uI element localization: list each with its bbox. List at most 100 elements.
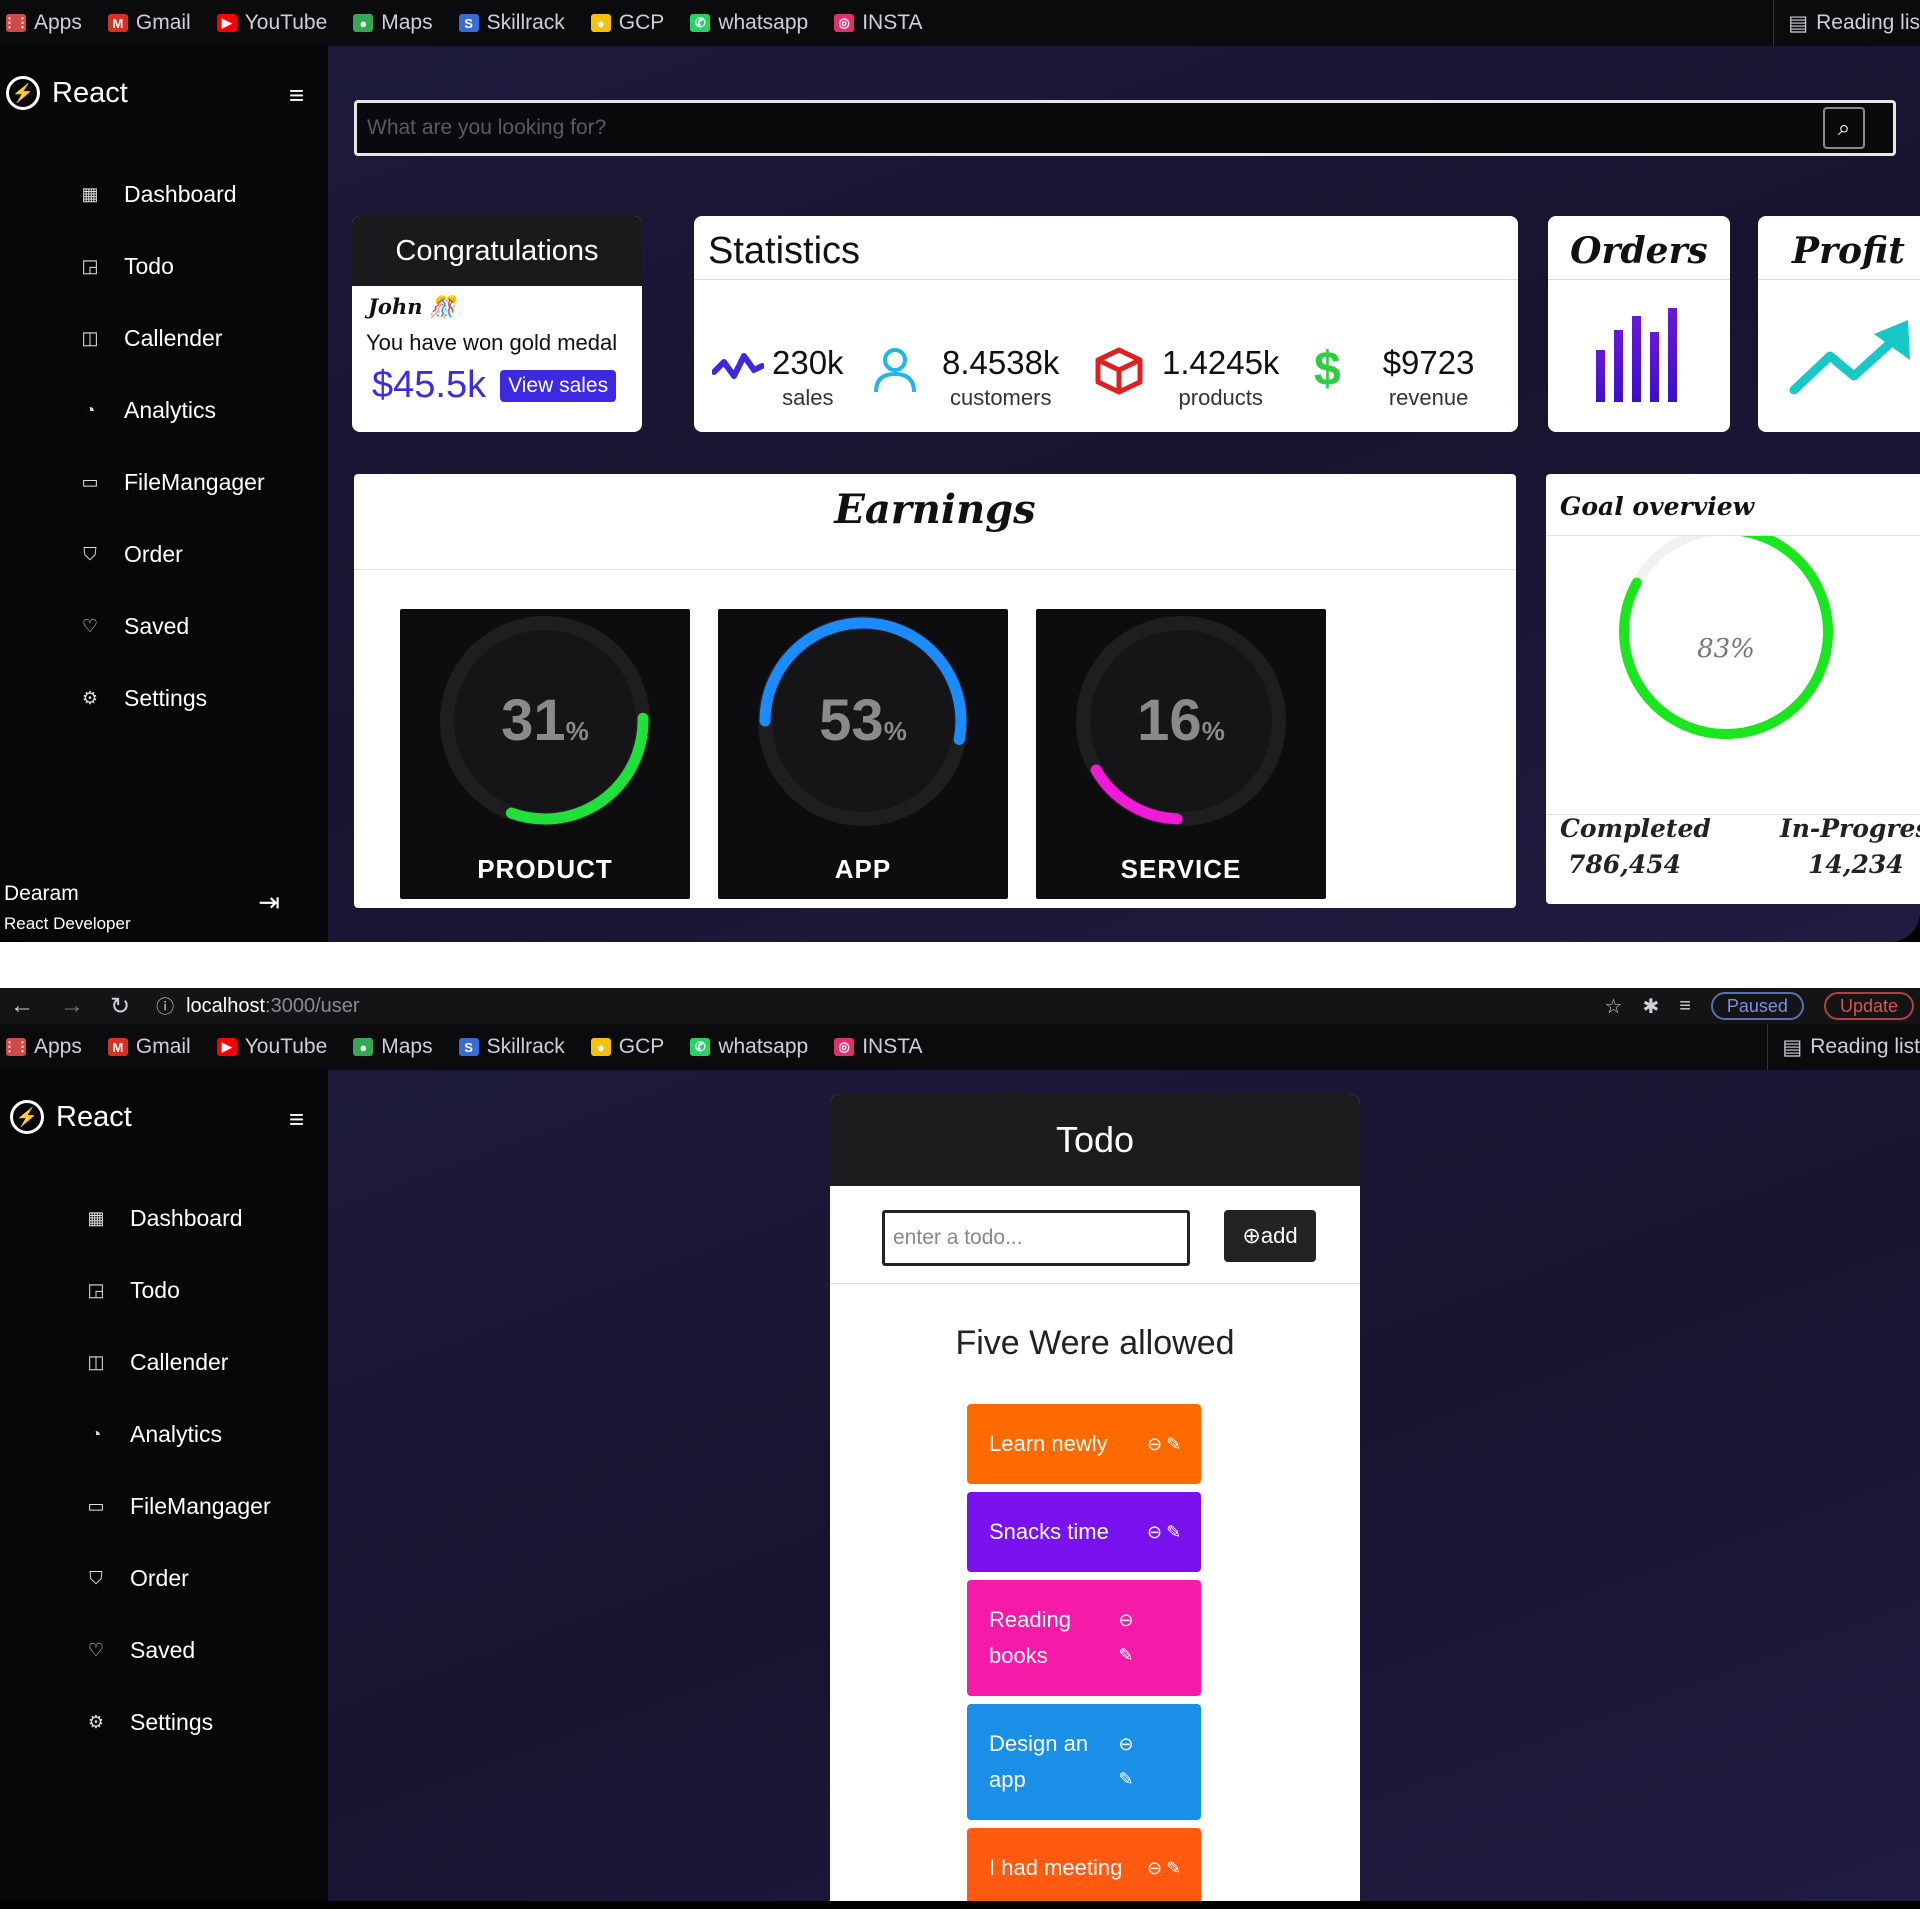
reading-list-icon: ▤: [1782, 1035, 1803, 1059]
reading-list-button[interactable]: ▤ Reading lis: [1773, 0, 1920, 46]
sidebar-item-settings[interactable]: ⚙ Settings: [0, 662, 328, 734]
sidebar-item-analytics[interactable]: ◔ Analytics: [0, 374, 328, 446]
gauge-percent-sign: %: [1201, 716, 1225, 746]
gauge-percent: 16%: [1036, 687, 1326, 754]
sidebar-item-todo[interactable]: ◲ Todo: [6, 1254, 328, 1326]
todo-item: Design an app ⊖ ✎: [967, 1704, 1201, 1820]
profile-paused-button[interactable]: Paused: [1710, 992, 1804, 1020]
bookmark-label: INSTA: [862, 1035, 923, 1058]
sidebar-item-order[interactable]: ⛉ Order: [0, 518, 328, 590]
bookmark-apps[interactable]: ⋮⋮ Apps: [3, 1035, 82, 1059]
hamburger-menu-icon[interactable]: ≡: [289, 1104, 304, 1135]
edit-icon[interactable]: ✎: [1166, 1522, 1181, 1543]
logout-icon[interactable]: ⇥: [258, 887, 280, 918]
plus-circle-icon: ⊕: [1242, 1223, 1261, 1248]
edit-icon[interactable]: ✎: [1118, 1645, 1133, 1666]
bookmark-youtube[interactable]: ▶ YouTube: [216, 11, 327, 35]
skillrack-icon: S: [458, 1038, 479, 1056]
media-icon[interactable]: ≡: [1679, 995, 1691, 1018]
note-icon: ◲: [87, 1279, 105, 1300]
gcp-icon: ●: [590, 1038, 611, 1056]
remove-icon[interactable]: ⊖: [1147, 1858, 1162, 1879]
profit-card[interactable]: Profit: [1758, 216, 1920, 432]
pie-chart-icon: ◔: [90, 1423, 102, 1444]
bookmark-whatsapp[interactable]: ✆ whatsapp: [690, 11, 808, 35]
add-label: add: [1260, 1223, 1298, 1248]
sidebar-item-filemangager[interactable]: ▭ FileMangager: [0, 446, 328, 518]
profile-name: Dearam: [4, 882, 79, 905]
bookmark-insta[interactable]: ◎ INSTA: [834, 11, 923, 35]
todo-entry: ⊕add: [830, 1186, 1360, 1284]
extensions-icon[interactable]: ✱: [1642, 994, 1659, 1019]
hamburger-menu-icon[interactable]: ≡: [289, 80, 304, 111]
sidebar-item-saved[interactable]: ♡ Saved: [0, 590, 328, 662]
bookmark-gmail[interactable]: M Gmail: [107, 11, 191, 35]
statistics-title: Statistics: [694, 216, 1518, 280]
sidebar-item-todo[interactable]: ◲ Todo: [0, 230, 328, 302]
bookmark-label: GCP: [618, 1035, 665, 1058]
bookmark-apps[interactable]: ⋮⋮ Apps: [3, 11, 82, 35]
bookmark-maps[interactable]: ● Maps: [353, 1035, 433, 1059]
bookmark-maps[interactable]: ● Maps: [353, 11, 433, 35]
grid-icon: ▦: [81, 183, 99, 204]
search-input[interactable]: [357, 116, 1823, 140]
todo-text: Learn newly: [989, 1431, 1108, 1456]
add-todo-button[interactable]: ⊕add: [1224, 1210, 1316, 1262]
sidebar-item-label: Settings: [124, 684, 208, 711]
todo-card: Todo ⊕add Five Were allowed Learn newly ⊖…: [830, 1094, 1360, 1901]
bookmark-gmail[interactable]: M Gmail: [107, 1035, 191, 1059]
sidebar-item-callender[interactable]: ◫ Callender: [6, 1326, 328, 1398]
brand[interactable]: ⚡ React: [0, 1070, 328, 1134]
reload-icon[interactable]: ↻: [110, 992, 130, 1021]
star-icon[interactable]: ☆: [1605, 994, 1623, 1019]
bookmark-insta[interactable]: ◎ INSTA: [834, 1035, 923, 1059]
remove-icon[interactable]: ⊖: [1118, 1734, 1133, 1755]
sidebar-item-filemangager[interactable]: ▭ FileMangager: [6, 1470, 328, 1542]
info-icon[interactable]: ⓘ: [156, 993, 174, 1019]
reading-list-button[interactable]: ▤ Reading list: [1767, 1024, 1920, 1070]
bookmark-skillrack[interactable]: S Skillrack: [458, 1035, 565, 1059]
brand[interactable]: ⚡ React: [0, 46, 328, 110]
orders-card[interactable]: Orders: [1548, 216, 1730, 432]
todo-input[interactable]: [882, 1210, 1190, 1266]
back-icon[interactable]: ←: [10, 992, 34, 1020]
sidebar-item-analytics[interactable]: ◔ Analytics: [6, 1398, 328, 1470]
bookmark-whatsapp[interactable]: ✆ whatsapp: [690, 1035, 808, 1059]
sidebar-item-saved[interactable]: ♡ Saved: [6, 1614, 328, 1686]
sidebar-item-order[interactable]: ⛉ Order: [6, 1542, 328, 1614]
edit-icon[interactable]: ✎: [1166, 1434, 1181, 1455]
edit-icon[interactable]: ✎: [1118, 1769, 1133, 1790]
bookmark-skillrack[interactable]: S Skillrack: [458, 11, 565, 35]
statistics-card: Statistics 230k sales 8.4538k customers 1.…: [694, 216, 1518, 432]
maps-pin-icon: ●: [353, 1038, 374, 1056]
address-bar[interactable]: localhost:3000/user: [186, 995, 359, 1018]
profit-title: Profit: [1758, 216, 1920, 280]
orders-title: Orders: [1548, 216, 1730, 280]
todo-text: Design an app: [989, 1731, 1089, 1792]
remove-icon[interactable]: ⊖: [1118, 1610, 1133, 1631]
forward-icon[interactable]: →: [60, 992, 84, 1020]
calendar-icon: ◫: [81, 327, 99, 348]
remove-icon[interactable]: ⊖: [1147, 1522, 1162, 1543]
bookmark-youtube[interactable]: ▶ YouTube: [216, 1035, 327, 1059]
remove-icon[interactable]: ⊖: [1147, 1434, 1162, 1455]
update-button[interactable]: Update: [1823, 992, 1914, 1020]
view-sales-button[interactable]: View sales: [500, 369, 617, 402]
sidebar-item-dashboard[interactable]: ▦ Dashboard: [6, 1182, 328, 1254]
bookmark-label: Skillrack: [486, 1035, 565, 1058]
maps-pin-icon: ●: [353, 14, 374, 32]
bookmarks-bar: ⋮⋮ Apps M Gmail ▶ YouTube ● Maps S Skillrack ● GCP ✆…: [0, 0, 1920, 46]
sidebar-item-callender[interactable]: ◫ Callender: [0, 302, 328, 374]
reading-list-icon: ▤: [1788, 11, 1809, 35]
sidebar-item-dashboard[interactable]: ▦ Dashboard: [0, 158, 328, 230]
edit-icon[interactable]: ✎: [1166, 1858, 1181, 1879]
instagram-icon: ◎: [834, 14, 855, 32]
todo-window: ⚡ React ≡ ▦ Dashboard ◲ Todo ◫ Callender ◔ Anal…: [0, 1070, 1920, 1901]
sidebar-item-settings[interactable]: ⚙ Settings: [6, 1686, 328, 1758]
bookmark-gcp[interactable]: ● GCP: [590, 1035, 665, 1059]
pie-chart-icon: ◔: [84, 399, 96, 420]
gauge-app: 53% APP: [718, 609, 1008, 899]
search-icon[interactable]: ⌕: [1823, 107, 1865, 149]
bookmark-gcp[interactable]: ● GCP: [590, 11, 664, 35]
bookmark-label: whatsapp: [718, 11, 809, 34]
